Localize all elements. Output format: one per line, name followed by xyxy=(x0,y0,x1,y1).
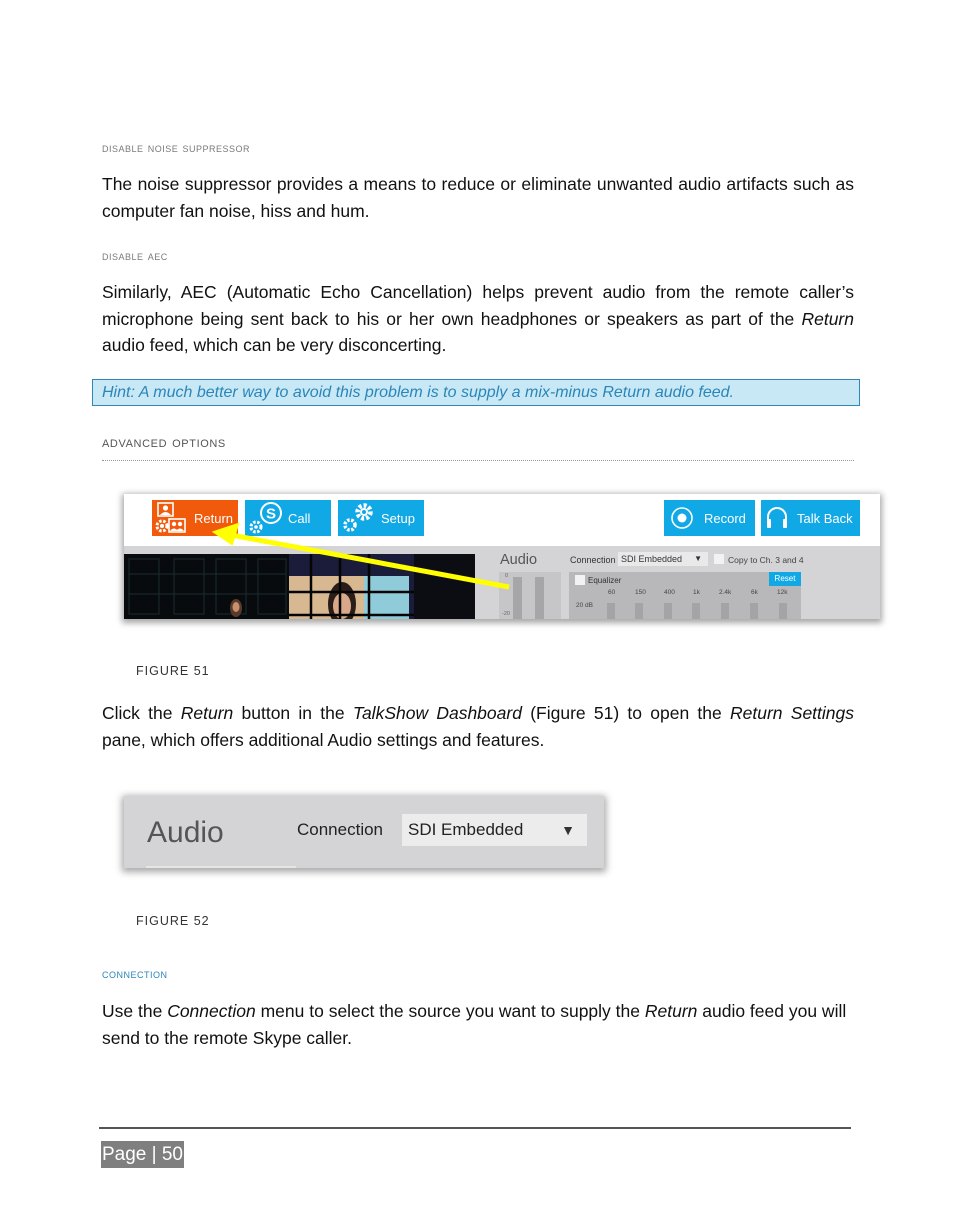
paragraph-click-return: Click the Return button in the TalkShow … xyxy=(102,700,854,753)
connection-value: SDI Embedded xyxy=(408,820,524,839)
connection-label: Connection xyxy=(297,820,384,839)
meter-edge xyxy=(146,866,286,868)
page-number: Page | 50 xyxy=(101,1141,185,1168)
paragraph-connection: Use the Connection menu to select the so… xyxy=(102,998,854,1051)
figure-51-dashboard: Return S Call Setup Record Talk Back Aud… xyxy=(124,494,880,619)
chevron-down-icon: ▼ xyxy=(561,822,575,838)
emphasis: Connection xyxy=(167,1001,256,1021)
heading-disable-noise-suppressor: Disable Noise Suppressor xyxy=(102,140,251,155)
text: audio feed, which can be very disconcert… xyxy=(102,335,447,355)
text: (Figure 51) to open the xyxy=(521,703,730,723)
emphasis: Return Settings xyxy=(730,703,855,723)
figure-52-caption: FIGURE 52 xyxy=(136,914,210,928)
connection-select[interactable]: SDI Embedded ▼ xyxy=(402,814,587,846)
emphasis-return: Return xyxy=(801,308,854,329)
footer-divider xyxy=(99,1127,851,1129)
yellow-arrow-annotation xyxy=(211,522,510,590)
emphasis: Return xyxy=(644,1001,698,1021)
heading-divider xyxy=(102,460,854,461)
paragraph-noise-suppressor: The noise suppressor provides a means to… xyxy=(102,174,854,221)
text: button in the xyxy=(233,703,353,723)
text: pane, which offers additional Audio sett… xyxy=(102,729,545,750)
text: Use the xyxy=(102,1001,168,1021)
emphasis: Return xyxy=(180,703,234,723)
heading-connection: Connection xyxy=(102,966,168,981)
text: Similarly, AEC (Automatic Echo Cancellat… xyxy=(102,282,854,329)
figure-51-caption: FIGURE 51 xyxy=(136,664,210,678)
text: menu to select the source you want to su… xyxy=(255,1001,645,1021)
emphasis: TalkShow Dashboard xyxy=(352,703,522,723)
meter-edge xyxy=(280,866,296,868)
audio-section-label: Audio xyxy=(147,816,224,849)
hint-box: Hint: A much better way to avoid this pr… xyxy=(92,379,860,406)
figure-52-audio-connection: Audio Connection SDI Embedded ▼ xyxy=(124,796,604,868)
text: Click the xyxy=(102,703,181,723)
heading-advanced-options: Advanced Options xyxy=(102,434,226,451)
paragraph-aec: Similarly, AEC (Automatic Echo Cancellat… xyxy=(102,279,854,359)
heading-disable-aec: Disable AEC xyxy=(102,248,168,263)
